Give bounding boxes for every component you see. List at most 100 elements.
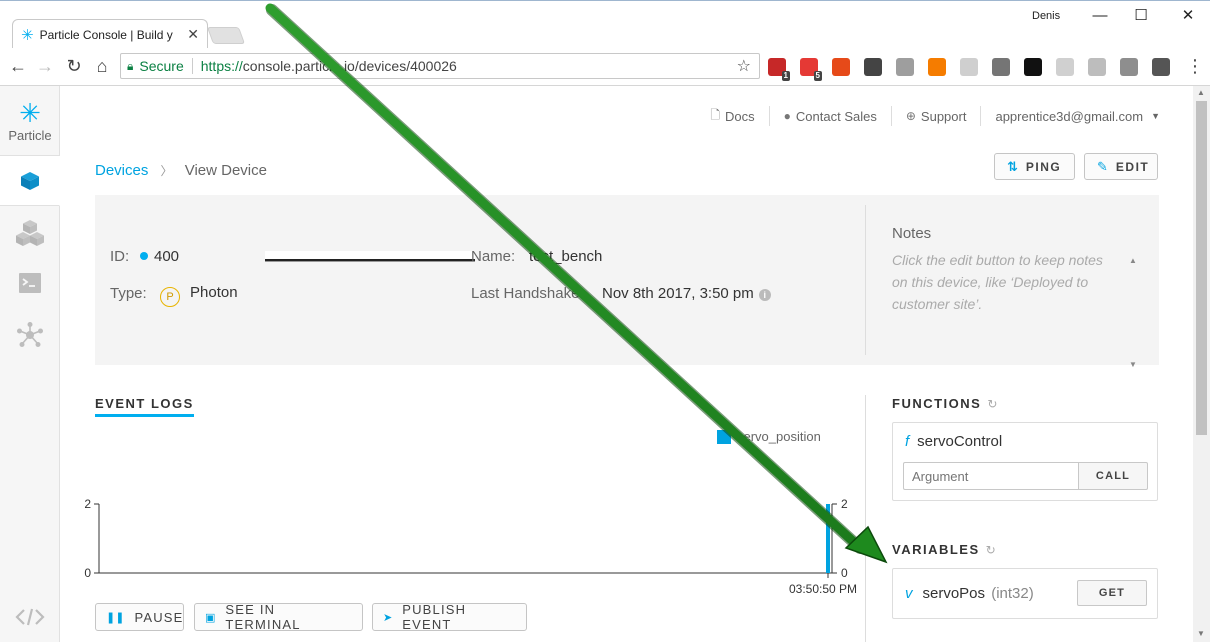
sidebar-item-integrations[interactable] bbox=[0, 310, 60, 360]
network-icon bbox=[17, 322, 43, 347]
chevron-right-icon: 〉 bbox=[160, 164, 173, 178]
ext-orange-icon[interactable] bbox=[928, 58, 946, 76]
legend-label: servo_position bbox=[737, 429, 821, 444]
maximize-icon[interactable]: ☐ bbox=[1130, 5, 1152, 27]
window-close-icon[interactable]: ✕ bbox=[1177, 5, 1199, 27]
document-icon: 🗋 bbox=[710, 107, 721, 122]
ext-jb-icon[interactable] bbox=[1024, 58, 1042, 76]
device-name-label: Name: bbox=[471, 248, 516, 265]
caret-down-icon: ▼ bbox=[1151, 111, 1160, 121]
contact-sales-label: Contact Sales bbox=[795, 108, 877, 124]
device-type-label: Type: bbox=[110, 285, 147, 302]
sidebar-item-devices[interactable] bbox=[0, 156, 60, 206]
ext-v-icon[interactable] bbox=[1120, 58, 1138, 76]
column-divider bbox=[865, 395, 866, 642]
pause-button[interactable]: ❚❚ PAUSE bbox=[95, 603, 184, 631]
notes-title: Notes bbox=[892, 225, 932, 242]
see-in-terminal-button[interactable]: ▣ SEE IN TERMINAL bbox=[194, 602, 363, 632]
variable-name: v servoPos (int32) bbox=[905, 585, 1034, 602]
chat-bubble-icon: ● bbox=[783, 109, 791, 123]
page-scrollbar[interactable]: ▲ ▼ bbox=[1193, 86, 1210, 642]
contact-sales-link[interactable]: ● Contact Sales bbox=[770, 106, 892, 126]
sidebar-item-console[interactable] bbox=[0, 258, 60, 308]
back-arrow-icon[interactable]: ← bbox=[6, 54, 30, 78]
function-name: f servoControl bbox=[905, 433, 1003, 450]
browser-tabstrip: ✳ Particle Console | Build y ✕ Denis — ☐… bbox=[0, 0, 1210, 49]
y-right-tick-label: 2 bbox=[841, 497, 848, 511]
refresh-variables-icon[interactable]: ↻ bbox=[986, 543, 996, 557]
ext-cookie-icon[interactable] bbox=[1056, 58, 1074, 76]
account-menu[interactable]: apprentice3d@gmail.com ▼ bbox=[981, 106, 1160, 126]
bookmark-star-icon[interactable]: ☆ bbox=[737, 56, 751, 76]
function-card: fservoControl CALL bbox=[892, 422, 1158, 501]
home-icon[interactable]: ⌂ bbox=[90, 54, 114, 78]
ping-button[interactable]: ⇅ PING bbox=[994, 153, 1075, 180]
ext-red-badge-icon[interactable]: 1 bbox=[768, 58, 790, 81]
device-name-value: test_bench bbox=[529, 248, 603, 265]
ext-paw-icon[interactable] bbox=[992, 58, 1010, 76]
sidebar-item-products[interactable] bbox=[0, 208, 60, 258]
breadcrumb-devices-link[interactable]: Devices bbox=[95, 162, 148, 179]
info-icon[interactable]: i bbox=[758, 289, 771, 301]
ext-shield-icon[interactable] bbox=[1088, 58, 1106, 76]
ext-pocket-icon[interactable] bbox=[864, 58, 882, 76]
terminal-icon bbox=[19, 273, 41, 293]
ext-w-icon[interactable] bbox=[1152, 58, 1170, 76]
browser-tab[interactable]: ✳ Particle Console | Build y ✕ bbox=[12, 19, 208, 49]
event-logs-tab[interactable]: EVENT LOGS bbox=[95, 396, 194, 417]
call-button[interactable]: CALL bbox=[1078, 462, 1148, 490]
edit-label: EDIT bbox=[1115, 159, 1150, 174]
reload-icon[interactable]: ↻ bbox=[62, 54, 86, 78]
ext-e-icon[interactable] bbox=[832, 58, 850, 76]
breadcrumb: Devices 〉 View Device bbox=[95, 162, 267, 179]
ext-gl-icon[interactable] bbox=[896, 58, 914, 76]
window-user-name[interactable]: Denis bbox=[1032, 10, 1060, 22]
notes-scrollbar[interactable]: ▲ ▼ bbox=[1129, 209, 1137, 417]
ext-opera-icon[interactable]: 5 bbox=[800, 58, 822, 81]
tab-close-icon[interactable]: ✕ bbox=[187, 26, 199, 43]
device-type-value: P Photon bbox=[160, 284, 238, 307]
minimize-icon[interactable]: — bbox=[1089, 5, 1111, 27]
scroll-up-icon[interactable]: ▲ bbox=[1197, 88, 1205, 97]
notes-placeholder: Click the edit button to keep notes on t… bbox=[892, 252, 1103, 312]
data-bar bbox=[826, 504, 830, 573]
functions-title: FUNCTIONS ↻ bbox=[892, 396, 998, 411]
last-handshake-value: Nov 8th 2017, 3:50 pm i bbox=[602, 285, 771, 302]
support-link[interactable]: ⊕ Support bbox=[892, 106, 982, 126]
top-links: 🗋 Docs ● Contact Sales ⊕ Support apprent… bbox=[696, 106, 1160, 126]
browser-menu-icon[interactable]: ⋮ bbox=[1186, 56, 1204, 77]
refresh-functions-icon[interactable]: ↻ bbox=[987, 397, 997, 411]
tab-title: Particle Console | Build y bbox=[39, 27, 173, 42]
new-tab-button[interactable] bbox=[206, 27, 246, 44]
code-icon bbox=[15, 608, 45, 626]
ping-arrows-icon: ⇅ bbox=[1007, 158, 1018, 174]
url-scheme: https:// bbox=[200, 58, 243, 74]
scroll-down-icon[interactable]: ▼ bbox=[1197, 629, 1205, 638]
address-separator bbox=[191, 58, 193, 74]
see-in-terminal-label: SEE IN TERMINAL bbox=[225, 602, 301, 632]
x-tick-label: 03:50:50 PM bbox=[789, 582, 857, 596]
scrollbar-thumb[interactable] bbox=[1196, 101, 1207, 435]
particle-logo-icon: ✳ bbox=[19, 98, 41, 128]
ext-grey-circle-icon[interactable] bbox=[960, 58, 978, 76]
sidebar-item-code[interactable] bbox=[0, 592, 60, 642]
send-arrow-icon: ➤ bbox=[383, 611, 393, 624]
docs-link[interactable]: 🗋 Docs bbox=[696, 106, 770, 126]
get-button[interactable]: GET bbox=[1077, 580, 1147, 606]
breadcrumb-current: View Device bbox=[184, 162, 267, 179]
forward-arrow-icon[interactable]: → bbox=[33, 54, 57, 78]
edit-button[interactable]: ✎ EDIT bbox=[1084, 153, 1158, 180]
id-redaction-mark bbox=[265, 251, 475, 261]
publish-event-button[interactable]: ➤ PUBLISH EVENT bbox=[372, 602, 527, 632]
lifebuoy-icon: ⊕ bbox=[905, 109, 916, 123]
particle-logo[interactable]: ✳ Particle bbox=[0, 86, 60, 156]
device-info-panel: ID: 400 Type: P Photon Name: test_bench L… bbox=[95, 195, 1159, 369]
function-argument-input[interactable] bbox=[903, 462, 1078, 490]
publish-event-label: PUBLISH EVENT bbox=[402, 602, 467, 632]
notes-divider bbox=[865, 205, 866, 355]
url-path: console.particle.io/devices/400026 bbox=[242, 58, 457, 74]
pause-label: PAUSE bbox=[134, 609, 184, 625]
address-bar[interactable]: 🔒︎ Secure https:// console.particle.io/d… bbox=[120, 53, 760, 79]
device-id-value: 400 bbox=[140, 248, 179, 265]
event-logs-chart: 0 2 0 2 03:50:50 PM servo_position bbox=[84, 429, 857, 596]
